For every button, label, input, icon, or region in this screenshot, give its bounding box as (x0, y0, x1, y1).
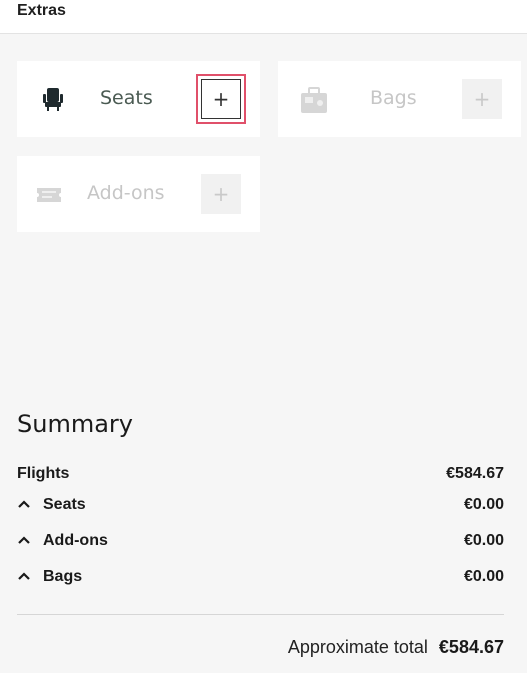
page-title: Extras (17, 2, 66, 19)
summary-flights-value: €584.67 (446, 465, 504, 482)
chevron-up-icon[interactable] (17, 569, 31, 588)
summary-row-addons[interactable]: Add-ons €0.00 (17, 532, 504, 556)
summary-addons-value: €0.00 (463, 532, 504, 549)
ticket-icon (33, 180, 65, 210)
chevron-up-icon[interactable] (17, 497, 31, 516)
summary-row-flights: Flights €584.67 (17, 465, 504, 489)
summary-bags-label: Bags (43, 568, 83, 585)
approximate-total-value: €584.67 (438, 637, 504, 657)
summary-flights-label: Flights (17, 465, 70, 482)
summary-row-bags[interactable]: Bags €0.00 (17, 568, 504, 592)
summary-divider (17, 614, 504, 615)
extras-header: Extras (0, 0, 527, 34)
approximate-total: Approximate total €584.67 (288, 637, 504, 658)
add-addons-button[interactable]: + (201, 174, 241, 214)
luggage-icon (298, 85, 330, 115)
extra-card-bags-label: Bags (370, 87, 417, 109)
summary-seats-value: €0.00 (463, 496, 504, 513)
summary-title: Summary (17, 410, 133, 438)
add-bags-button[interactable]: + (462, 79, 502, 119)
seat-icon (37, 85, 69, 115)
add-seats-button[interactable]: + (196, 74, 246, 124)
chevron-up-icon[interactable] (17, 533, 31, 552)
summary-addons-label: Add-ons (43, 532, 108, 549)
approximate-total-label: Approximate total (287, 637, 428, 657)
extra-card-addons[interactable]: Add-ons + (17, 156, 260, 232)
extra-card-seats[interactable]: Seats + (17, 61, 260, 137)
summary-seats-label: Seats (43, 496, 86, 513)
extra-card-seats-label: Seats (100, 87, 153, 109)
summary-row-seats[interactable]: Seats €0.00 (17, 496, 504, 520)
extra-card-bags[interactable]: Bags + (278, 61, 521, 137)
summary-bags-value: €0.00 (463, 568, 504, 585)
extra-card-addons-label: Add-ons (87, 182, 165, 204)
